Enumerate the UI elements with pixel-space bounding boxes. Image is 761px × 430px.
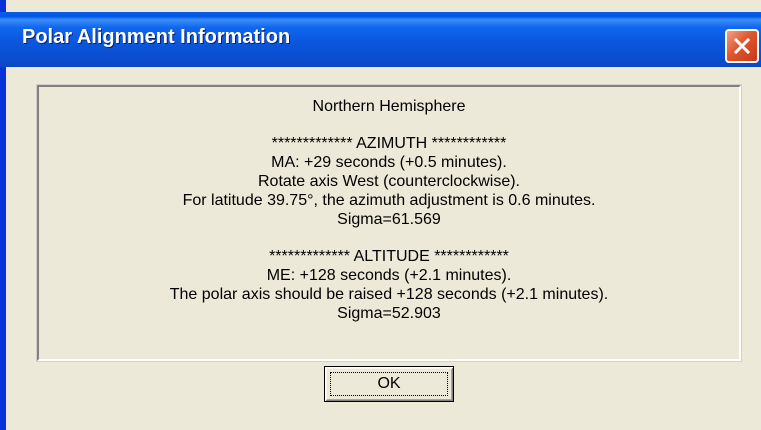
azimuth-sigma-text: Sigma=61.569 xyxy=(337,211,441,228)
ok-button-label: OK xyxy=(377,375,401,392)
close-button[interactable] xyxy=(725,29,759,63)
dialog-window: Polar Alignment Information Northern Hem… xyxy=(0,0,761,430)
dialog-client-area: Northern Hemisphere ************* AZIMUT… xyxy=(6,67,761,430)
azimuth-heading: ************* AZIMUTH ************ xyxy=(271,135,507,152)
azimuth-ma-text: MA: +29 seconds (+0.5 minutes). xyxy=(271,154,507,171)
title-bar[interactable]: Polar Alignment Information xyxy=(0,12,761,67)
hemisphere-label: Northern Hemisphere xyxy=(312,98,466,115)
altitude-raise-text: The polar axis should be raised +128 sec… xyxy=(169,286,609,303)
altitude-heading: ************* ALTITUDE ************ xyxy=(269,248,509,265)
azimuth-latitude-text: For latitude 39.75°, the azimuth adjustm… xyxy=(182,192,596,209)
altitude-me-text: ME: +128 seconds (+2.1 minutes). xyxy=(266,267,512,284)
azimuth-rotate-text: Rotate axis West (counterclockwise). xyxy=(257,173,520,190)
info-panel: Northern Hemisphere ************* AZIMUT… xyxy=(36,84,742,362)
window-title: Polar Alignment Information xyxy=(22,26,291,48)
info-text-block: Northern Hemisphere ************* AZIMUT… xyxy=(39,87,739,323)
ok-button[interactable]: OK xyxy=(324,366,454,402)
altitude-sigma-text: Sigma=52.903 xyxy=(337,305,441,322)
close-icon xyxy=(733,37,751,55)
